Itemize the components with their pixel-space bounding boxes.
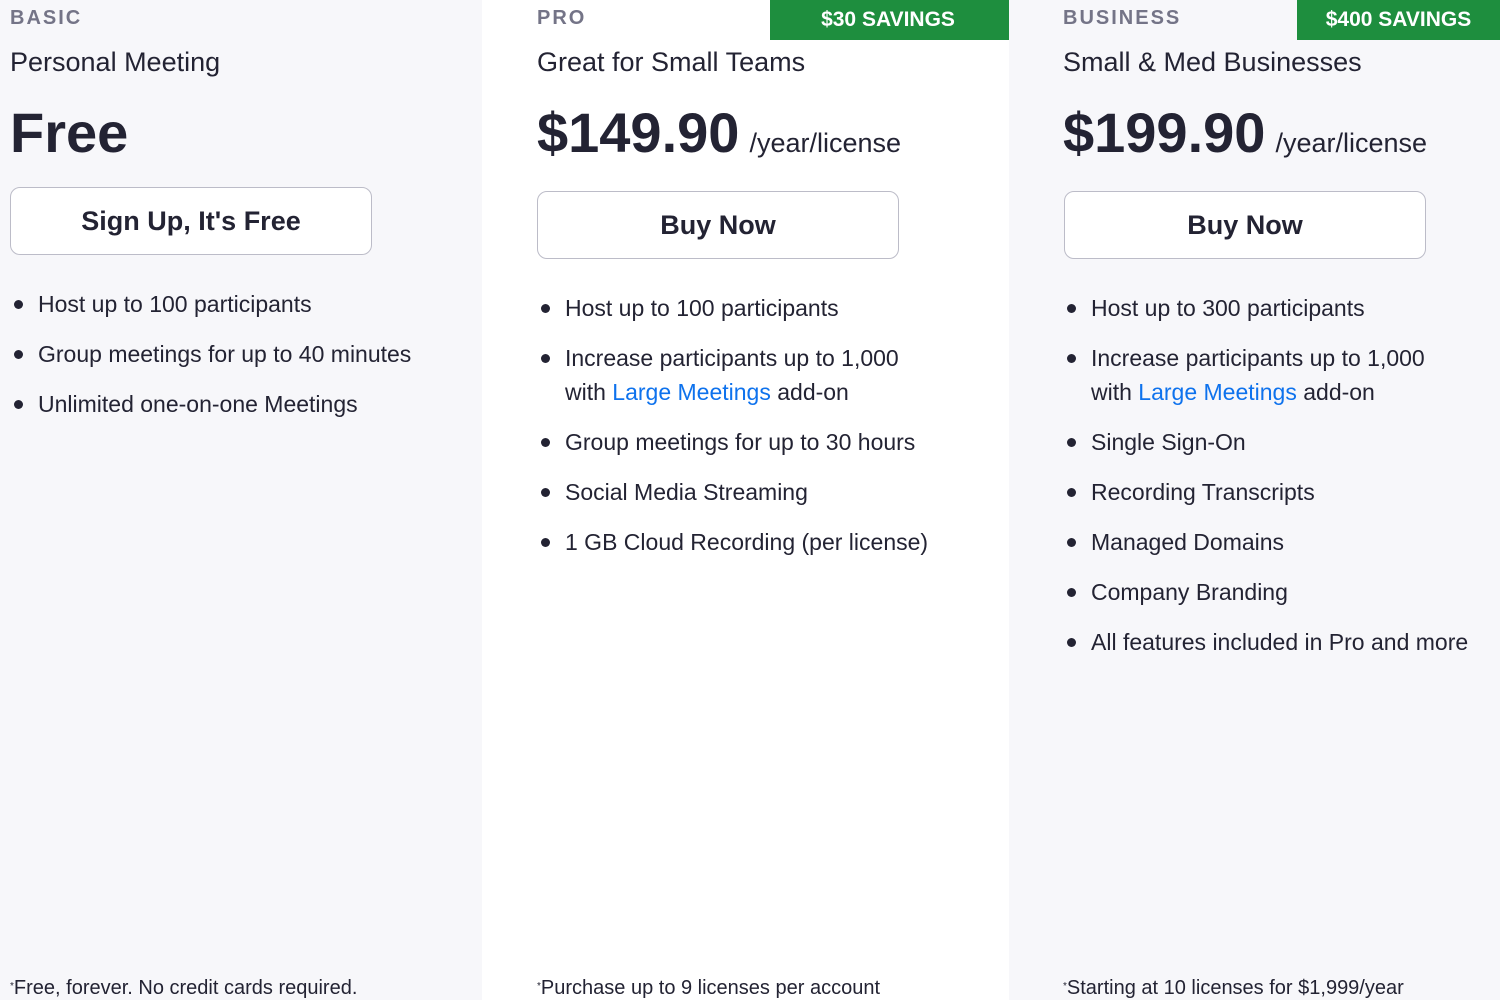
bullet-icon [541,488,550,497]
plan-subtitle: Great for Small Teams [537,47,806,77]
plan-tier-label: BUSINESS [1063,7,1182,29]
bullet-icon [1067,538,1076,547]
feature-item: 1 GB Cloud Recording (per license) [537,525,928,559]
feature-item: Recording Transcripts [1063,475,1468,509]
feature-text: 1 GB Cloud Recording (per license) [565,529,929,555]
feature-text: Increase participants up to 1,000 [1091,345,1425,371]
feature-text: Group meetings for up to 40 minutes [38,341,412,367]
plan-tier-label: PRO [537,7,587,29]
plan-features-list: Host up to 100 participants Increase par… [537,291,928,575]
plan-subtitle: Personal Meeting [10,47,221,77]
feature-text: Host up to 300 participants [1091,295,1365,321]
bullet-icon [1067,638,1076,647]
plan-price-row: $199.90/year/license [1063,100,1427,181]
feature-item: Group meetings for up to 40 minutes [10,337,411,371]
feature-item: All features included in Pro and more [1063,625,1468,659]
plan-price: $199.90 [1063,101,1266,164]
bullet-icon [1067,438,1076,447]
feature-item: Host up to 100 participants [10,287,411,321]
feature-text: Increase participants up to 1,000 [565,345,899,371]
bullet-icon [14,300,23,309]
plan-features-list: Host up to 300 participants Increase par… [1063,291,1468,675]
feature-item: Unlimited one-on-one Meetings [10,387,411,421]
feature-item: Host up to 100 participants [537,291,928,325]
savings-badge: $400 SAVINGS [1297,0,1500,40]
feature-text: Single Sign-On [1091,429,1246,455]
feature-text: Social Media Streaming [565,479,808,505]
feature-text: Group meetings for up to 30 hours [565,429,916,455]
feature-text: Managed Domains [1091,529,1285,555]
footnote-text: Starting at 10 licenses for $1,999/year [1066,977,1404,999]
plan-price-unit: /year/license [1275,128,1428,158]
bullet-icon [14,350,23,359]
plan-pro: PRO $30 SAVINGS Great for Small Teams $1… [482,0,1030,1000]
plan-price-row: Free [10,100,128,181]
bullet-icon [1067,488,1076,497]
bullet-icon [14,400,23,409]
feature-text: with [565,379,613,405]
feature-text: All features included in Pro and more [1091,629,1469,655]
plan-price-unit: /year/license [749,128,902,158]
savings-badge: $30 SAVINGS [770,0,1030,40]
plan-tier-label: BASIC [10,7,83,29]
plan-footnote: *Purchase up to 9 licenses per account [537,977,880,1000]
bullet-icon [1067,588,1076,597]
feature-item: Social Media Streaming [537,475,928,509]
plan-basic: BASIC Personal Meeting Free Sign Up, It'… [0,0,482,1000]
plan-footnote: *Starting at 10 licenses for $1,999/year [1063,977,1404,1000]
bullet-icon [1067,304,1076,313]
footnote-mark: * [537,981,541,992]
feature-text: Host up to 100 participants [565,295,839,321]
feature-item: Group meetings for up to 30 hours [537,425,928,459]
bullet-icon [541,304,550,313]
plan-price: $149.90 [537,101,740,164]
feature-text: Host up to 100 participants [38,291,312,317]
feature-item: Host up to 300 participants [1063,291,1468,325]
bullet-icon [1067,354,1076,363]
sign-up-free-button[interactable]: Sign Up, It's Free [10,187,372,255]
bullet-icon [541,538,550,547]
feature-item: Managed Domains [1063,525,1468,559]
buy-now-business-button[interactable]: Buy Now [1064,191,1426,259]
plan-features-list: Host up to 100 participants Group meetin… [10,287,411,437]
pricing-page: BASIC Personal Meeting Free Sign Up, It'… [0,0,1500,1000]
feature-text: Recording Transcripts [1091,479,1315,505]
feature-text: add-on [1296,379,1375,405]
feature-item: Single Sign-On [1063,425,1468,459]
feature-item: Company Branding [1063,575,1468,609]
plan-subtitle: Small & Med Businesses [1063,47,1362,77]
feature-item: Increase participants up to 1,000 with La… [537,341,928,409]
footnote-mark: * [1063,981,1067,992]
bullet-icon [541,354,550,363]
buy-now-pro-button[interactable]: Buy Now [537,191,899,259]
footnote-text: Purchase up to 9 licenses per account [540,977,880,999]
large-meetings-link[interactable]: Large Meetings [612,379,771,405]
plan-price-row: $149.90/year/license [537,100,901,181]
plan-footnote: *Free, forever. No credit cards required… [10,977,357,1000]
feature-text: with [1091,379,1139,405]
plan-business: BUSINESS $400 SAVINGS Small & Med Busine… [1009,0,1500,1000]
bullet-icon [541,438,550,447]
feature-text: Unlimited one-on-one Meetings [38,391,358,417]
footnote-mark: * [10,981,14,992]
feature-text: Company Branding [1091,579,1288,605]
plan-price: Free [10,101,129,164]
feature-text: add-on [770,379,849,405]
large-meetings-link[interactable]: Large Meetings [1138,379,1297,405]
footnote-text: Free, forever. No credit cards required. [13,977,358,999]
feature-item: Increase participants up to 1,000 with La… [1063,341,1468,409]
